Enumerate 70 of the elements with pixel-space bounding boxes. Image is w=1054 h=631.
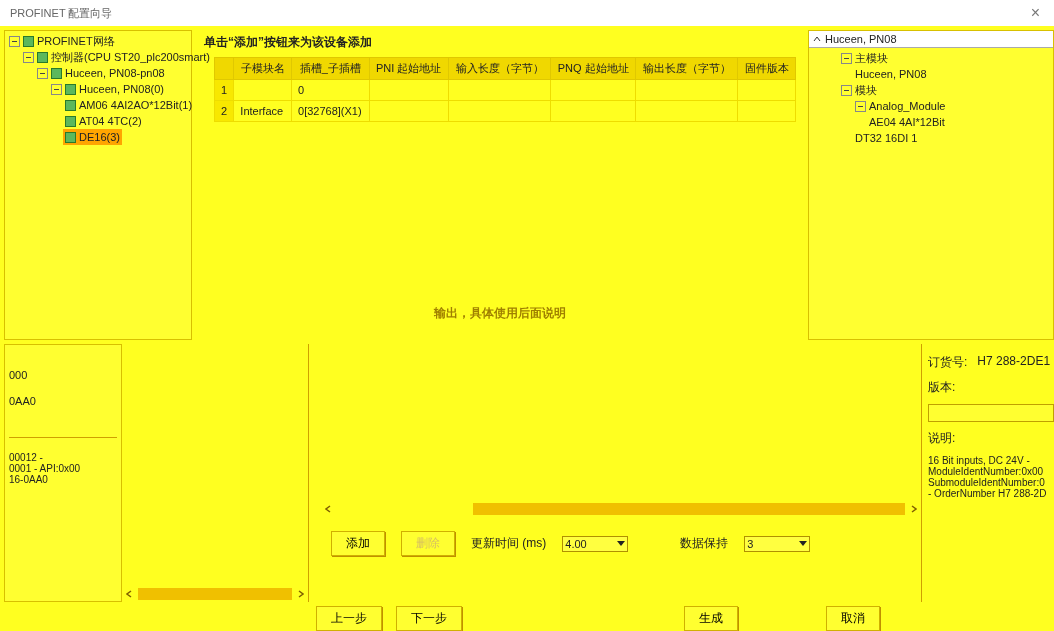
tree-item[interactable]: Huceen, PN08-pn08: [35, 65, 167, 81]
version-field[interactable]: [928, 404, 1054, 422]
column-header: 固件版本: [737, 57, 796, 80]
update-time-label: 更新时间 (ms): [471, 535, 547, 552]
scroll-left-icon[interactable]: [325, 505, 331, 513]
column-header: PNQ 起始地址: [550, 57, 636, 80]
cancel-button[interactable]: 取消: [826, 606, 880, 631]
instruction-text: 单击“添加”按钮来为该设备添加: [204, 34, 373, 51]
version-label: 版本:: [928, 379, 957, 396]
tree-item[interactable]: AE04 4AI*12Bit: [867, 114, 947, 130]
tree-item[interactable]: Huceen, PN08(0): [49, 81, 166, 97]
tree-item[interactable]: Analog_Module: [853, 98, 948, 114]
module-icon: [23, 35, 34, 47]
module-icon: [65, 83, 76, 95]
row-number: 1: [214, 79, 234, 101]
tree-item[interactable]: 控制器(CPU ST20_plc200smart): [21, 49, 212, 65]
module-icon: [65, 99, 76, 111]
description-text: 16 Bit inputs, DC 24V - ModuleIdentNumber:0x00 SubmoduleIdentNumber:0 - OrderNumber H7 288-2D: [928, 455, 1048, 499]
tree-item[interactable]: 模块: [839, 82, 879, 98]
collapse-toggle-icon[interactable]: [855, 100, 866, 112]
tree-item[interactable]: PROFINET网络: [7, 33, 117, 49]
tree-item[interactable]: DT32 16DI 1: [853, 130, 920, 146]
module-icon: [37, 51, 48, 63]
scroll-right-icon[interactable]: [911, 505, 917, 513]
column-header: 输出长度（字节）: [635, 57, 738, 80]
close-button[interactable]: ×: [1026, 4, 1044, 22]
collapse-toggle-icon[interactable]: [23, 51, 34, 63]
tree-item[interactable]: 主模块: [839, 50, 890, 66]
scroll-right-icon[interactable]: [298, 590, 304, 598]
data-hold-dropdown[interactable]: 3: [744, 535, 811, 552]
collapse-toggle-icon[interactable]: [9, 35, 20, 47]
catalog-filter[interactable]: Huceen, PN08: [809, 31, 1053, 48]
caret-up-icon: [813, 36, 821, 42]
column-header: 输入长度（字节）: [448, 57, 551, 80]
dropdown-arrow-icon[interactable]: [799, 541, 808, 546]
generate-button[interactable]: 生成: [684, 606, 738, 631]
tree-item[interactable]: AT04 4TC(2): [63, 113, 144, 129]
table-cell: 0[32768](X1): [291, 100, 370, 122]
row-number: 2: [214, 100, 234, 122]
order-number: H7 288-2DE1: [977, 354, 1051, 370]
order-label: 订货号:: [928, 354, 968, 371]
tree-item[interactable]: Huceen, PN08: [853, 66, 929, 82]
detail-text: 0AA0: [9, 395, 117, 438]
collapse-toggle-icon[interactable]: [37, 67, 48, 79]
dropdown-arrow-icon[interactable]: [617, 541, 626, 546]
scroll-left-icon[interactable]: [126, 590, 132, 598]
collapse-toggle-icon[interactable]: [841, 84, 852, 96]
column-header: 子模块名: [233, 57, 292, 80]
update-time-dropdown[interactable]: 4.00: [562, 535, 629, 552]
collapse-toggle-icon[interactable]: [841, 52, 852, 64]
tree-item[interactable]: DE16(3): [63, 129, 122, 145]
module-icon: [51, 67, 62, 79]
table-cell: [233, 79, 292, 101]
note-text: 输出，具体使用后面说明: [432, 305, 567, 322]
window-title: PROFINET 配置向导: [10, 5, 113, 21]
tree-item[interactable]: AM06 4AI2AO*12Bit(1): [63, 97, 195, 113]
back-button[interactable]: 上一步: [316, 606, 382, 631]
table-cell: Interface: [233, 100, 292, 122]
column-header: 插槽_子插槽: [291, 57, 370, 80]
detail-text: 000: [9, 369, 29, 381]
collapse-toggle-icon[interactable]: [51, 83, 62, 95]
data-hold-label: 数据保持: [680, 535, 729, 552]
add-button[interactable]: 添加: [331, 531, 385, 556]
module-icon: [65, 115, 76, 127]
description-label: 说明:: [928, 430, 957, 447]
column-header: PNI 起始地址: [369, 57, 449, 80]
module-icon: [65, 131, 76, 143]
next-button[interactable]: 下一步: [396, 606, 462, 631]
table-cell: 0: [291, 79, 370, 101]
detail-description: 00012 - 0001 - API:0x00 16-0AA0: [9, 452, 82, 485]
